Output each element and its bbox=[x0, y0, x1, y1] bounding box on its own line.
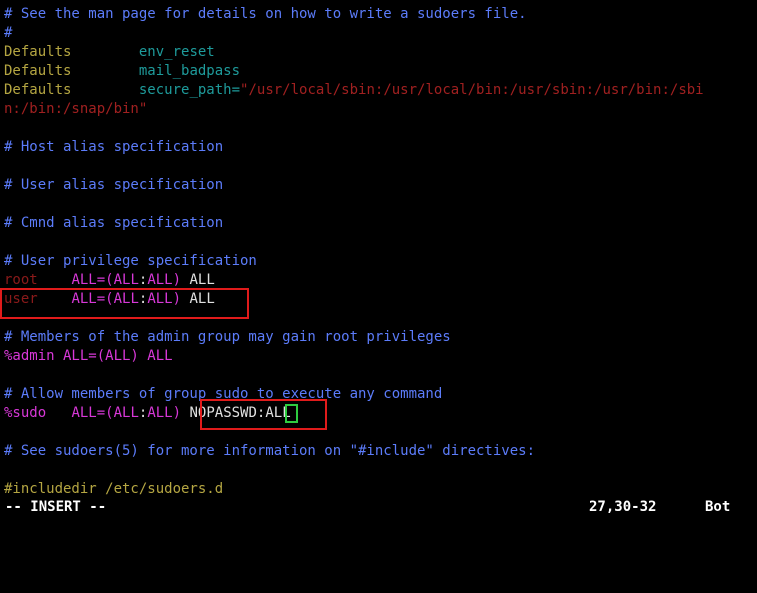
defaults-parameter: mail_badpass bbox=[138, 63, 241, 79]
buffer-blank-line bbox=[0, 119, 757, 138]
root-username: root bbox=[4, 272, 38, 288]
defaults-keyword: Defaults bbox=[4, 44, 72, 60]
buffer-line-cmnd-alias-comment: # Cmnd alias specification bbox=[0, 214, 757, 233]
comment-text: # Allow members of group sudo to execute… bbox=[4, 386, 443, 402]
secure-path-parameter: secure_path= bbox=[138, 82, 241, 98]
rule-spec-open: ALL=(ALL bbox=[71, 405, 139, 421]
rule-spec-open: ALL=(ALL bbox=[71, 291, 139, 307]
buffer-line-include-comment: # See sudoers(5) for more information on… bbox=[0, 442, 757, 461]
buffer-line-1: # See the man page for details on how to… bbox=[0, 5, 757, 24]
buffer-line-sudo-comment: # Allow members of group sudo to execute… bbox=[0, 385, 757, 404]
defaults-parameter: env_reset bbox=[138, 44, 215, 60]
buffer-line-host-alias-comment: # Host alias specification bbox=[0, 138, 757, 157]
buffer-line-user-rule: user ALL=(ALL:ALL) ALL bbox=[0, 290, 757, 309]
buffer-blank-line bbox=[0, 423, 757, 442]
comment-text: # See sudoers(5) for more information on… bbox=[4, 443, 536, 459]
buffer-line-4-defaults-mail-badpass: Defaults mail_badpass bbox=[0, 62, 757, 81]
comment-text: # Members of the admin group may gain ro… bbox=[4, 329, 451, 345]
buffer-line-user-privilege-comment: # User privilege specification bbox=[0, 252, 757, 271]
buffer-blank-line bbox=[0, 309, 757, 328]
nopasswd-command-cursor-char: A bbox=[265, 405, 274, 421]
vim-text-buffer[interactable]: # See the man page for details on how to… bbox=[0, 5, 757, 499]
nopasswd-command-rest: LL bbox=[273, 405, 291, 421]
buffer-line-admin-rule: %admin ALL=(ALL) ALL bbox=[0, 347, 757, 366]
vim-status-line: -- INSERT -- 27,30-32 Bot bbox=[0, 498, 757, 518]
defaults-keyword: Defaults bbox=[4, 82, 72, 98]
secure-path-value-continued: n:/bin:/snap/bin" bbox=[4, 101, 148, 117]
user-username: user bbox=[4, 291, 38, 307]
comment-text: # User alias specification bbox=[4, 177, 224, 193]
includedir-directive: #includedir /etc/sudoers.d bbox=[4, 481, 224, 497]
rule-spec-close: ALL) bbox=[147, 272, 182, 288]
buffer-line-sudo-rule: %sudo ALL=(ALL:ALL) NOPASSWD:ALL bbox=[0, 404, 757, 423]
buffer-blank-line bbox=[0, 461, 757, 480]
vim-mode-indicator: -- INSERT -- bbox=[5, 499, 107, 515]
comment-text: # User privilege specification bbox=[4, 253, 257, 269]
buffer-line-3-defaults-env-reset: Defaults env_reset bbox=[0, 43, 757, 62]
buffer-line-2: # bbox=[0, 24, 757, 43]
buffer-line-5-wrapped: n:/bin:/snap/bin" bbox=[0, 100, 757, 119]
buffer-blank-line bbox=[0, 366, 757, 385]
terminal-window[interactable]: # See the man page for details on how to… bbox=[0, 0, 757, 537]
rule-spec-close: ALL) bbox=[147, 405, 182, 421]
rule-command: ALL bbox=[189, 291, 215, 307]
sudo-group-name: %sudo bbox=[4, 405, 47, 421]
buffer-blank-line bbox=[0, 157, 757, 176]
buffer-line-includedir: #includedir /etc/sudoers.d bbox=[0, 480, 757, 499]
comment-text: # See the man page for details on how to… bbox=[4, 6, 527, 22]
buffer-blank-line bbox=[0, 233, 757, 252]
rule-spec-close: ALL) bbox=[147, 291, 182, 307]
secure-path-value: "/usr/local/sbin:/usr/local/bin:/usr/sbi… bbox=[240, 82, 704, 98]
defaults-keyword: Defaults bbox=[4, 63, 72, 79]
buffer-line-admin-comment: # Members of the admin group may gain ro… bbox=[0, 328, 757, 347]
rule-spec-open: ALL=(ALL bbox=[71, 272, 139, 288]
admin-group-rule: %admin ALL=(ALL) ALL bbox=[4, 348, 173, 364]
buffer-line-root-rule: root ALL=(ALL:ALL) ALL bbox=[0, 271, 757, 290]
cursor-position-indicator: 27,30-32 bbox=[589, 499, 657, 515]
nopasswd-tag: NOPASSWD: bbox=[189, 405, 266, 421]
rule-command: ALL bbox=[189, 272, 215, 288]
buffer-line-user-alias-comment: # User alias specification bbox=[0, 176, 757, 195]
comment-text: # Host alias specification bbox=[4, 139, 224, 155]
scroll-position-indicator: Bot bbox=[705, 499, 731, 515]
buffer-line-5-defaults-secure-path: Defaults secure_path="/usr/local/sbin:/u… bbox=[0, 81, 757, 100]
comment-text: # Cmnd alias specification bbox=[4, 215, 224, 231]
buffer-blank-line bbox=[0, 195, 757, 214]
comment-text: # bbox=[4, 25, 13, 41]
